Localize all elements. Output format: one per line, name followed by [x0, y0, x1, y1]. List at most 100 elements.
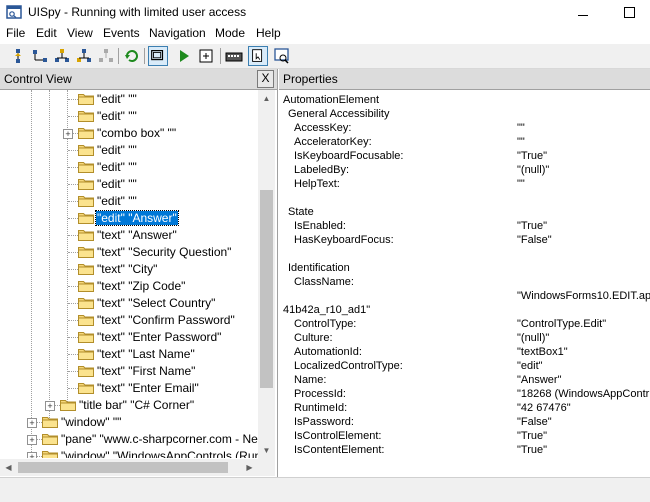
tree-node-label[interactable]: "pane" "www.c-sharpcorner.com - Netw — [60, 432, 258, 446]
tree-horizontal-scrollbar[interactable]: ◀ ▶ — [0, 459, 258, 476]
tree-node-label[interactable]: "edit" "" — [96, 109, 138, 123]
expand-button[interactable] — [196, 46, 216, 66]
tree-node[interactable]: "edit" "" — [0, 193, 258, 210]
vertical-scroll-thumb[interactable] — [260, 190, 273, 388]
scrollbar-corner — [258, 459, 275, 476]
tree-node[interactable]: "edit" "" — [0, 176, 258, 193]
tree-node-label[interactable]: "text" "Enter Email" — [96, 381, 200, 395]
toolbar-separator — [220, 48, 221, 64]
menu-file[interactable]: File — [6, 26, 25, 40]
properties-title: Properties — [283, 72, 338, 86]
tree-node[interactable]: "text" "Zip Code" — [0, 278, 258, 295]
property-row: AccessKey: "" — [279, 122, 650, 136]
tree-node-label[interactable]: "edit" "" — [96, 194, 138, 208]
tree-node-label[interactable]: "edit" "" — [96, 160, 138, 174]
tree-node-label[interactable]: "text" "First Name" — [96, 364, 196, 378]
hover-mode-button[interactable] — [248, 46, 268, 66]
tree-node-label[interactable]: "title bar" "C# Corner" — [78, 398, 195, 412]
tree-node-label[interactable]: "text" "Security Question" — [96, 245, 232, 259]
folder-icon — [78, 263, 94, 275]
play-button[interactable] — [174, 46, 194, 66]
tree-node[interactable]: + "pane" "www.c-sharpcorner.com - Netw — [0, 431, 258, 448]
tree-node[interactable]: "text" "City" — [0, 261, 258, 278]
status-bar — [0, 477, 650, 502]
menu-help[interactable]: Help — [256, 26, 281, 40]
scroll-up-arrow-icon[interactable]: ▲ — [258, 90, 275, 107]
tree-node-label[interactable]: "text" "Enter Password" — [96, 330, 222, 344]
close-pane-button[interactable]: X — [257, 70, 274, 88]
expand-plus-icon[interactable]: + — [27, 452, 37, 458]
nav-first-button[interactable] — [8, 46, 28, 66]
tree-node-label[interactable]: "text" "Answer" — [96, 228, 178, 242]
screenshot-button[interactable] — [272, 46, 292, 66]
property-row: IsKeyboardFocusable: "True" — [279, 150, 650, 164]
nav-next-button[interactable] — [96, 46, 116, 66]
maximize-button[interactable] — [606, 0, 650, 24]
property-label: LabeledBy: — [294, 164, 350, 176]
property-value: "(null)" — [517, 332, 550, 344]
tree-node-label[interactable]: "text" "Select Country" — [96, 296, 216, 310]
tree-node[interactable]: "edit" "" — [0, 91, 258, 108]
minimize-button[interactable] — [560, 0, 606, 24]
tree-node[interactable]: "edit" "Answer" — [0, 210, 258, 227]
menu-events[interactable]: Events — [103, 26, 140, 40]
property-label: RuntimeId: — [294, 402, 348, 414]
tree-node[interactable]: "text" "Select Country" — [0, 295, 258, 312]
tree-node-label[interactable]: "combo box" "" — [96, 126, 177, 140]
tree-node[interactable]: + "combo box" "" — [0, 125, 258, 142]
tree-node[interactable]: "text" "Security Question" — [0, 244, 258, 261]
tree-node-label[interactable]: "edit" "" — [96, 143, 138, 157]
tree-vertical-scrollbar[interactable]: ▲ ▼ — [258, 90, 275, 459]
tree-node[interactable]: "edit" "" — [0, 159, 258, 176]
tree-node-label[interactable]: "text" "Confirm Password" — [96, 313, 236, 327]
property-row: HasKeyboardFocus: "False" — [279, 234, 650, 248]
expand-plus-icon[interactable]: + — [45, 401, 55, 411]
tree-node[interactable]: + "window" "" — [0, 414, 258, 431]
nav-parent-button[interactable] — [52, 46, 72, 66]
folder-icon — [78, 314, 94, 326]
tree-node[interactable]: "text" "Enter Password" — [0, 329, 258, 346]
tree-node[interactable]: "text" "First Name" — [0, 363, 258, 380]
menu-edit[interactable]: Edit — [36, 26, 57, 40]
menu-mode[interactable]: Mode — [215, 26, 245, 40]
focus-tracking-button[interactable] — [148, 46, 168, 66]
tree-node[interactable]: "text" "Answer" — [0, 227, 258, 244]
tree-node[interactable]: "edit" "" — [0, 142, 258, 159]
tree-node-label[interactable]: "edit" "" — [96, 177, 138, 191]
nav-child-button[interactable] — [74, 46, 94, 66]
tree-node[interactable]: "text" "Confirm Password" — [0, 312, 258, 329]
property-row: HelpText: "" — [279, 178, 650, 192]
tree-node[interactable]: + "window" "WindowsAppControls (Runn — [0, 448, 258, 458]
control-tree[interactable]: "edit" "" "edit" "" + "combo box" "" "edit" … — [0, 90, 258, 458]
tree-node-label-selected[interactable]: "edit" "Answer" — [95, 210, 179, 226]
tree-node-label[interactable]: "edit" "" — [96, 92, 138, 106]
property-value: "False" — [517, 416, 552, 428]
property-label: LocalizedControlType: — [294, 360, 403, 372]
expand-plus-icon[interactable]: + — [27, 418, 37, 428]
horizontal-scroll-thumb[interactable] — [18, 462, 228, 473]
tree-node[interactable]: "edit" "" — [0, 108, 258, 125]
tree-node[interactable]: "text" "Enter Email" — [0, 380, 258, 397]
expand-plus-icon[interactable]: + — [27, 435, 37, 445]
menu-navigation[interactable]: Navigation — [149, 26, 206, 40]
tree-node-label[interactable]: "window" "" — [60, 415, 122, 429]
tree-node[interactable]: "text" "Last Name" — [0, 346, 258, 363]
scroll-left-arrow-icon[interactable]: ◀ — [0, 459, 17, 476]
tree-node-label[interactable]: "text" "Zip Code" — [96, 279, 186, 293]
menu-view[interactable]: View — [67, 26, 93, 40]
folder-icon — [78, 246, 94, 258]
refresh-icon — [125, 50, 138, 62]
refresh-button[interactable] — [122, 46, 142, 66]
tree-node-label[interactable]: "window" "WindowsAppControls (Runn — [60, 449, 258, 458]
tree-connector-line — [68, 337, 78, 338]
window-title: UISpy - Running with limited user access — [28, 5, 247, 19]
scroll-right-arrow-icon[interactable]: ▶ — [241, 459, 258, 476]
expand-plus-icon[interactable]: + — [63, 129, 73, 139]
nav-prev-button[interactable] — [30, 46, 50, 66]
tree-node[interactable]: + "title bar" "C# Corner" — [0, 397, 258, 414]
property-row: ClassName: — [279, 276, 650, 290]
keyboard-button[interactable] — [224, 46, 244, 66]
tree-node-label[interactable]: "text" "Last Name" — [96, 347, 196, 361]
scroll-down-arrow-icon[interactable]: ▼ — [258, 442, 275, 459]
tree-node-label[interactable]: "text" "City" — [96, 262, 158, 276]
